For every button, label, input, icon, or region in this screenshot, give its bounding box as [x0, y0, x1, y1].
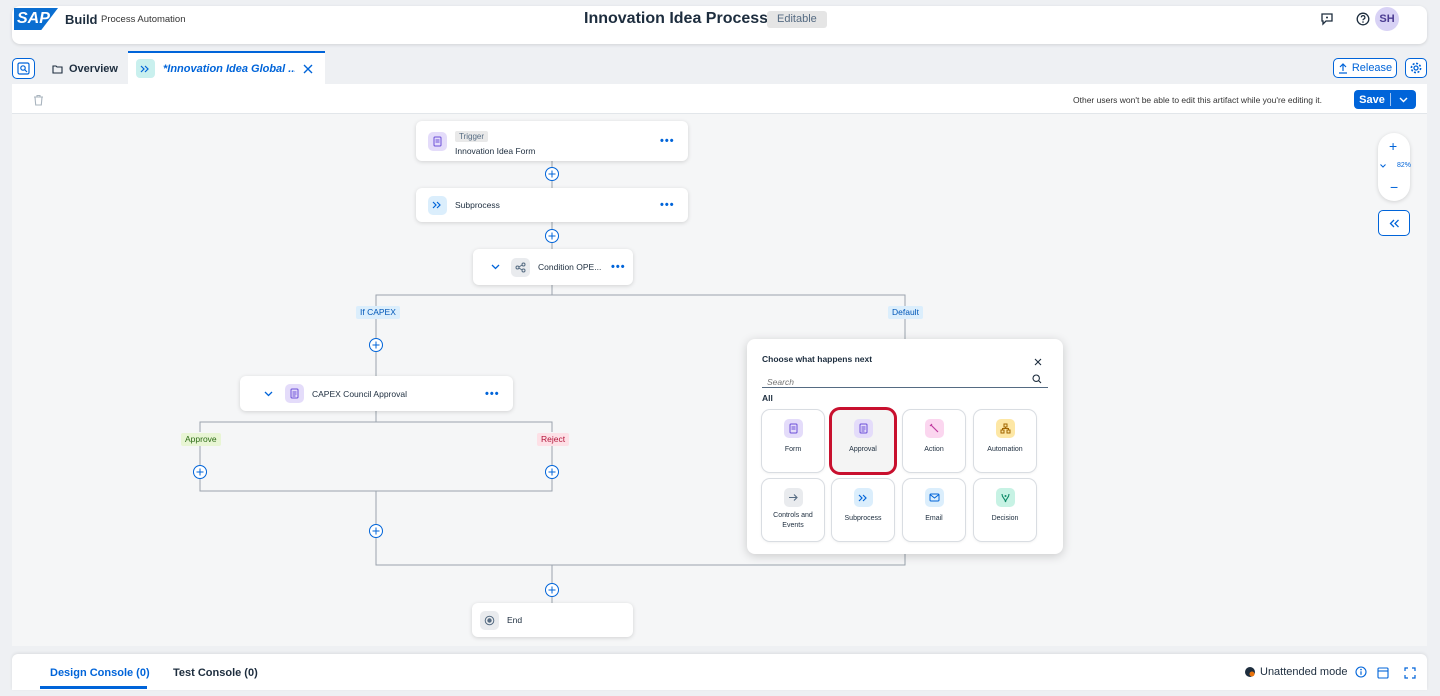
chevron-down-icon: [1380, 163, 1386, 168]
chevron-down-icon[interactable]: [491, 264, 500, 270]
popover-section-all: All: [762, 393, 773, 403]
tile-label: Action: [924, 446, 944, 453]
trigger-tag: Trigger: [455, 131, 489, 142]
tab-test-console[interactable]: Test Console (0): [173, 667, 258, 679]
branch-label-default: Default: [888, 306, 923, 319]
trigger-name: Innovation Idea Form: [455, 146, 536, 156]
approval-more-button[interactable]: •••: [485, 389, 500, 400]
condition-more-button[interactable]: •••: [611, 262, 626, 273]
tile-label: Approval: [849, 446, 877, 453]
subprocess-icon: [853, 488, 873, 507]
controls-icon: [783, 488, 803, 507]
popover-title: Choose what happens next: [762, 354, 873, 364]
expand-icon: [1404, 667, 1416, 679]
tile-action[interactable]: Action: [903, 410, 965, 472]
condition-name: Condition OPE...: [538, 262, 602, 272]
approval-name: CAPEX Council Approval: [312, 388, 407, 399]
end-icon: [480, 610, 499, 630]
condition-icon: [511, 257, 530, 277]
approval-icon: [285, 384, 304, 403]
end-name: End: [507, 615, 523, 625]
trigger-more-button[interactable]: •••: [660, 136, 675, 147]
subprocess-more-button[interactable]: •••: [660, 200, 675, 211]
email-icon: [924, 488, 944, 507]
tile-subprocess[interactable]: Subprocess: [832, 479, 894, 541]
search-icon[interactable]: [1032, 374, 1042, 384]
tile-form[interactable]: Form: [762, 410, 824, 472]
form-icon: [428, 131, 447, 151]
flow-connectors: [193, 161, 906, 603]
approval-icon: [853, 419, 873, 438]
subprocess-icon: [428, 195, 447, 215]
active-tab-indicator: [40, 686, 147, 689]
info-icon[interactable]: [1355, 666, 1368, 678]
tile-label: Automation: [987, 446, 1023, 453]
unattended-mode: Unattended mode: [1244, 666, 1368, 678]
tab-design-console[interactable]: Design Console (0): [50, 667, 150, 679]
form-icon: [783, 419, 803, 438]
minimize-console-button[interactable]: [1377, 666, 1389, 684]
tile-label: Subprocess: [844, 515, 882, 522]
panel-icon: [1377, 667, 1389, 679]
tile-label: Email: [925, 515, 943, 522]
chevron-down-icon[interactable]: [264, 391, 273, 397]
agent-icon: [1245, 667, 1255, 677]
zoom-level-select[interactable]: 82%: [1380, 162, 1411, 169]
subprocess-name: Subprocess: [455, 200, 500, 210]
tile-controls-and-events[interactable]: Controls and Events: [762, 479, 824, 541]
end-node[interactable]: End: [472, 603, 633, 637]
trigger-node[interactable]: Trigger Innovation Idea Form •••: [416, 121, 688, 161]
search-input[interactable]: [762, 375, 1022, 389]
approval-node[interactable]: CAPEX Council Approval •••: [240, 376, 513, 411]
tile-automation[interactable]: Automation: [974, 410, 1036, 472]
tile-label: Form: [784, 446, 802, 453]
action-icon: [924, 419, 944, 438]
tile-approval[interactable]: Approval: [832, 410, 894, 472]
collapse-panel-button[interactable]: [1378, 210, 1410, 236]
unattended-mode-label: Unattended mode: [1260, 666, 1348, 678]
zoom-in-button[interactable]: +: [1389, 138, 1397, 154]
tile-decision[interactable]: Decision: [974, 479, 1036, 541]
double-chevron-left-icon: [1389, 219, 1399, 227]
automation-icon: [995, 419, 1015, 438]
fullscreen-button[interactable]: [1404, 666, 1416, 684]
tile-email[interactable]: Email: [903, 479, 965, 541]
close-icon: [1034, 358, 1042, 366]
tile-label: Decision: [991, 515, 1019, 522]
branch-label-capex: If CAPEX: [356, 306, 400, 319]
zoom-control: + 82% −: [1378, 133, 1411, 201]
popover-search: [762, 372, 1048, 389]
popover-close-button[interactable]: [1032, 355, 1044, 367]
zoom-out-button[interactable]: −: [1390, 179, 1398, 195]
zoom-level: 82%: [1397, 162, 1412, 169]
condition-node[interactable]: Condition OPE... •••: [473, 249, 633, 285]
decision-icon: [995, 488, 1015, 507]
tile-label: Controls and Events: [773, 512, 813, 529]
subprocess-node[interactable]: Subprocess •••: [416, 188, 688, 222]
branch-label-reject: Reject: [537, 433, 570, 446]
branch-label-approve: Approve: [181, 433, 221, 446]
